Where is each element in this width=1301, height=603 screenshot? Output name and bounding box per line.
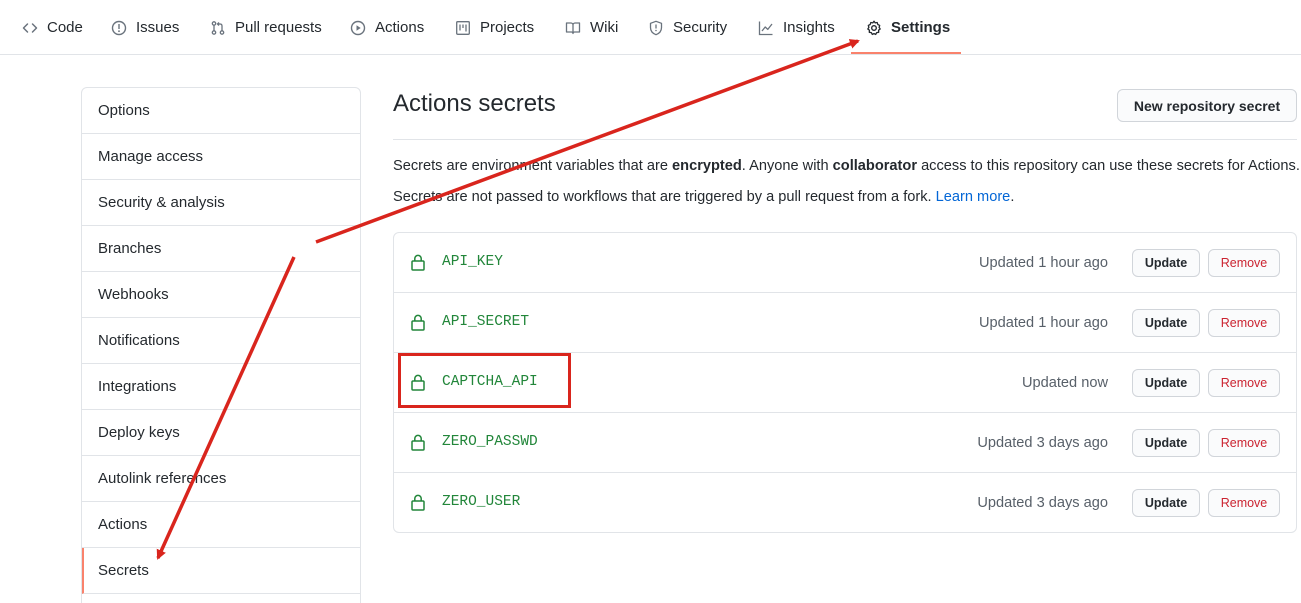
sidebar-item-label: Security & analysis: [98, 194, 225, 211]
secret-updated-time: Updated 1 hour ago: [978, 255, 1108, 271]
annotation-arrow-to-settings: [315, 39, 860, 244]
sidebar-item-label: Actions: [98, 516, 148, 533]
sidebar-item-manage-access[interactable]: Manage access: [82, 134, 360, 180]
sidebar-item-security-analysis[interactable]: Security & analysis: [82, 180, 360, 226]
gear-icon: [866, 20, 882, 36]
tab-settings[interactable]: Settings: [866, 0, 950, 55]
new-repository-secret-button[interactable]: New repository secret: [1117, 89, 1297, 122]
desc-text: . Anyone with: [741, 158, 833, 174]
tab-label: Issues: [136, 19, 180, 36]
desc-bold-encrypted: encrypted: [672, 158, 742, 174]
sidebar-item-label: Branches: [98, 240, 162, 257]
secret-updated-time: Updated 3 days ago: [977, 435, 1108, 451]
project-icon: [455, 20, 471, 36]
sidebar-item-integrations[interactable]: Integrations: [82, 364, 360, 410]
annotation-highlight-box: [398, 353, 571, 408]
lock-icon: [411, 254, 425, 271]
secret-row: ZERO_PASSWD Updated 3 days ago Update Re…: [394, 413, 1296, 473]
play-icon: [350, 20, 366, 36]
secrets-description: Secrets are environment variables that a…: [393, 158, 1300, 174]
tab-label: Actions: [375, 19, 425, 36]
tab-issues[interactable]: Issues: [111, 0, 179, 55]
update-secret-button[interactable]: Update: [1132, 429, 1200, 457]
sidebar-item-autolink-references[interactable]: Autolink references: [82, 456, 360, 502]
settings-sidebar: Options Manage access Security & analysi…: [81, 87, 361, 603]
shield-icon: [648, 20, 664, 36]
tab-insights[interactable]: Insights: [758, 0, 835, 55]
sidebar-item-webhooks[interactable]: Webhooks: [82, 272, 360, 318]
sidebar-item-label: Webhooks: [98, 286, 169, 303]
secret-name: API_KEY: [442, 254, 503, 270]
title-divider: [393, 139, 1297, 140]
sidebar-item-label: Deploy keys: [98, 424, 180, 441]
secret-name: API_SECRET: [442, 314, 530, 330]
tab-label: Insights: [783, 19, 835, 36]
issue-opened-icon: [111, 20, 127, 36]
secret-row: API_SECRET Updated 1 hour ago Update Rem…: [394, 293, 1296, 353]
secret-name: ZERO_USER: [442, 494, 521, 510]
sidebar-item-label: Secrets: [98, 562, 149, 579]
sidebar-item-label: Manage access: [98, 148, 204, 165]
secret-updated-time: Updated now: [1021, 375, 1108, 391]
graph-icon: [758, 20, 774, 36]
sidebar-item-notifications[interactable]: Notifications: [82, 318, 360, 364]
desc-text: .: [1010, 189, 1015, 205]
secret-row: API_KEY Updated 1 hour ago Update Remove: [394, 233, 1296, 293]
desc-text: Secrets are not passed to workflows that…: [393, 189, 936, 205]
sidebar-item-label: Options: [98, 102, 150, 119]
desc-bold-collaborator: collaborator: [832, 158, 918, 174]
update-secret-button[interactable]: Update: [1132, 309, 1200, 337]
tab-wiki[interactable]: Wiki: [565, 0, 618, 55]
tab-label: Security: [673, 19, 728, 36]
remove-secret-button[interactable]: Remove: [1208, 249, 1280, 277]
update-secret-button[interactable]: Update: [1132, 369, 1200, 397]
remove-secret-button[interactable]: Remove: [1208, 369, 1280, 397]
sidebar-item-secrets[interactable]: Secrets: [82, 548, 360, 594]
secret-updated-time: Updated 3 days ago: [977, 495, 1108, 511]
tab-projects[interactable]: Projects: [455, 0, 534, 55]
tab-label: Projects: [480, 19, 535, 36]
remove-secret-button[interactable]: Remove: [1208, 489, 1280, 517]
tab-code[interactable]: Code: [22, 0, 83, 55]
fork-notice: Secrets are not passed to workflows that…: [393, 189, 1014, 205]
sidebar-item-actions[interactable]: Actions: [82, 502, 360, 548]
sidebar-item-label: Integrations: [98, 378, 177, 395]
tab-label: Settings: [891, 19, 951, 36]
tab-label: Code: [47, 19, 83, 36]
lock-icon: [411, 434, 425, 451]
secret-updated-time: Updated 1 hour ago: [978, 315, 1108, 331]
book-icon: [565, 20, 581, 36]
remove-secret-button[interactable]: Remove: [1208, 429, 1280, 457]
git-pull-request-icon: [210, 20, 226, 36]
sidebar-item-label: Autolink references: [98, 470, 227, 487]
page-title: Actions secrets: [393, 90, 556, 117]
desc-text: access to this repository can use these …: [917, 158, 1300, 174]
update-secret-button[interactable]: Update: [1132, 249, 1200, 277]
desc-text: Secrets are environment variables that a…: [393, 158, 673, 174]
tab-label: Pull requests: [235, 19, 322, 36]
tab-actions[interactable]: Actions: [350, 0, 424, 55]
lock-icon: [411, 494, 425, 511]
code-icon: [22, 20, 38, 36]
secret-row: ZERO_USER Updated 3 days ago Update Remo…: [394, 473, 1296, 533]
remove-secret-button[interactable]: Remove: [1208, 309, 1280, 337]
sidebar-item-options[interactable]: Options: [82, 88, 360, 134]
learn-more-link[interactable]: Learn more: [936, 189, 1011, 205]
repo-nav: Code Issues Pull requests Actions Projec…: [0, 0, 1301, 55]
tab-label: Wiki: [590, 19, 619, 36]
secret-name: ZERO_PASSWD: [442, 434, 538, 450]
selected-tab-underline: [851, 52, 961, 54]
lock-icon: [411, 314, 425, 331]
tab-pull-requests[interactable]: Pull requests: [210, 0, 322, 55]
tab-security[interactable]: Security: [648, 0, 727, 55]
sidebar-item-label: Notifications: [98, 332, 180, 349]
sidebar-item-deploy-keys[interactable]: Deploy keys: [82, 410, 360, 456]
sidebar-item-branches[interactable]: Branches: [82, 226, 360, 272]
update-secret-button[interactable]: Update: [1132, 489, 1200, 517]
